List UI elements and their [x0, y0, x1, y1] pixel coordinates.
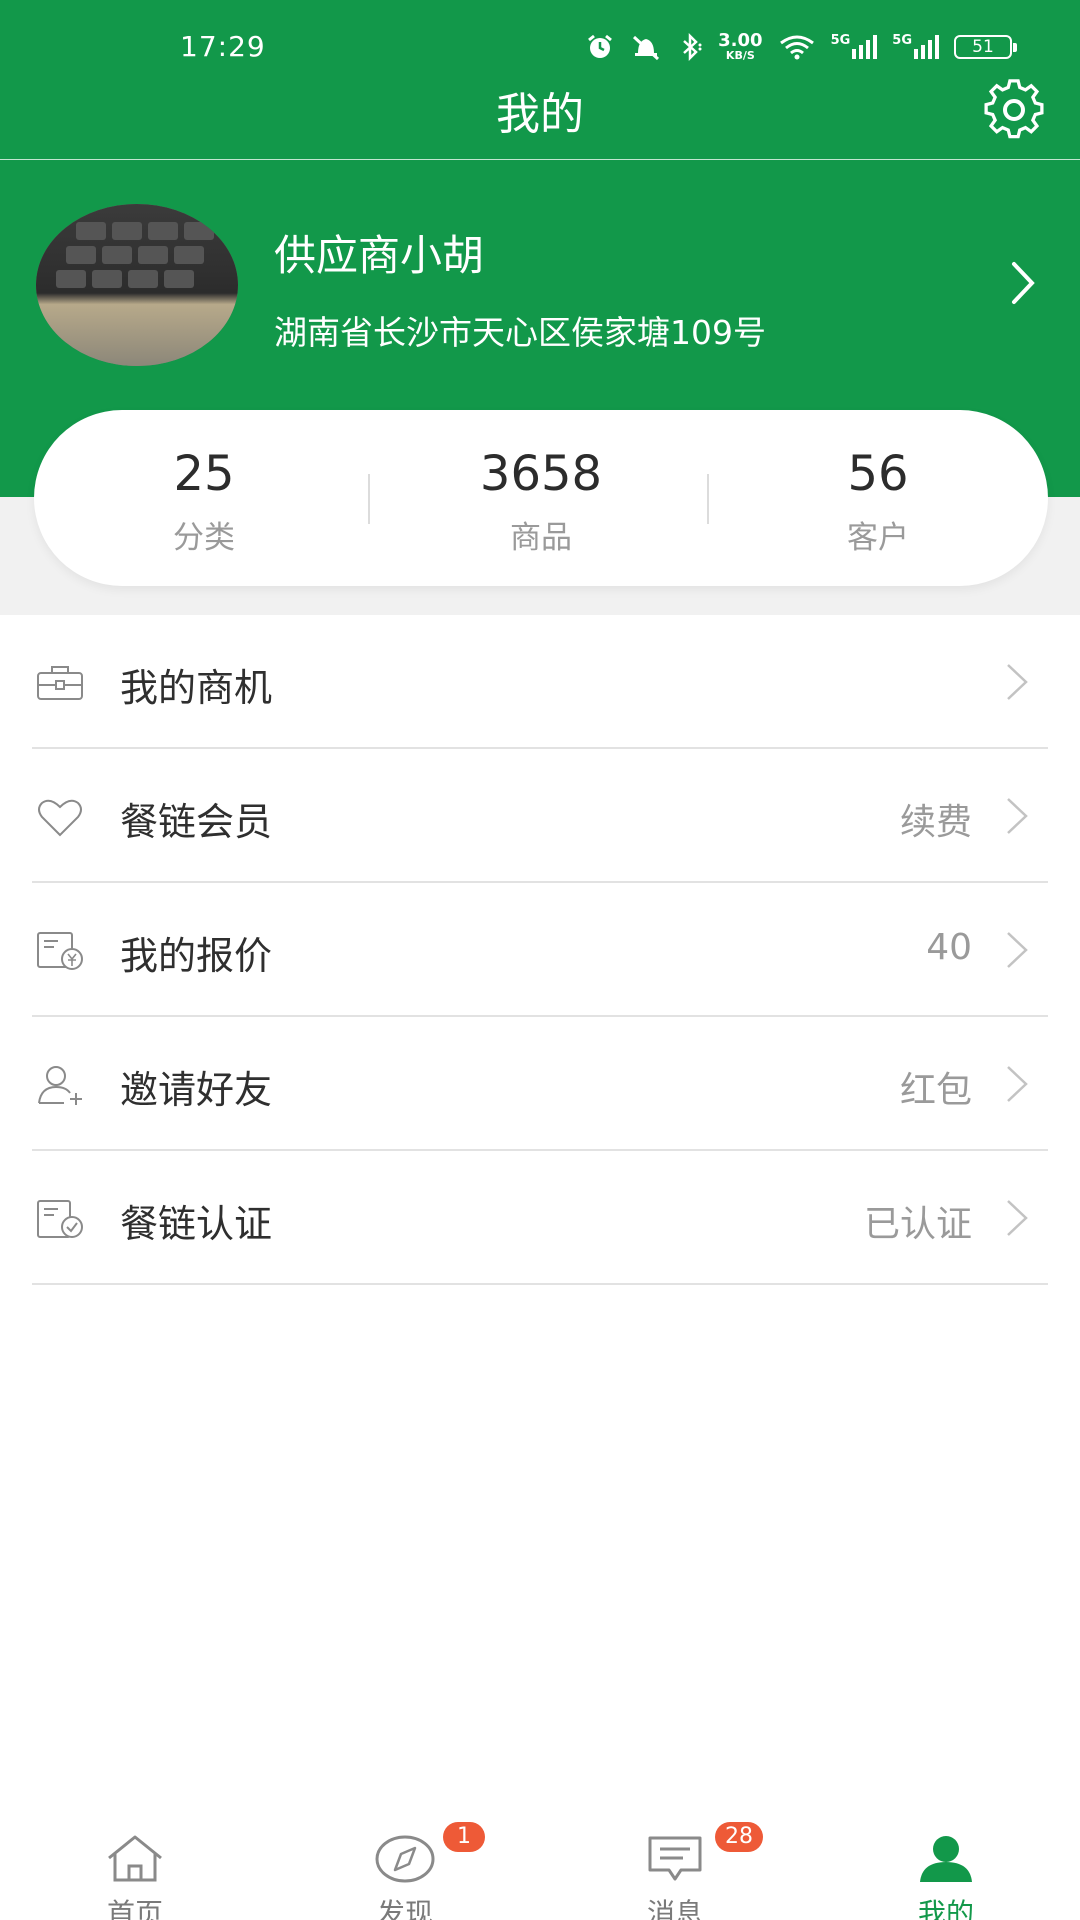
- tab-messages[interactable]: 28 消息: [595, 1820, 763, 1920]
- tab-label: 我的: [917, 1897, 974, 1920]
- page-title: 我的: [496, 89, 584, 140]
- add-user-icon: [38, 1066, 82, 1105]
- network-speed: 3.00 KB/S: [718, 30, 763, 62]
- stat-value: 3658: [479, 446, 603, 502]
- row-divider: [32, 1283, 1048, 1285]
- signal-1: 5G: [831, 34, 879, 59]
- menu-item-business[interactable]: 我的商机: [0, 615, 1080, 749]
- stat-products[interactable]: 3658 商品: [391, 446, 691, 557]
- signal-2-label: 5G: [892, 33, 912, 48]
- menu-item-membership[interactable]: 餐链会员 续费: [0, 749, 1080, 883]
- profile-address: 湖南省长沙市天心区侯家塘109号: [274, 313, 766, 352]
- tab-home[interactable]: 首页: [55, 1820, 215, 1920]
- menu-item-label: 餐链会员: [120, 800, 273, 844]
- stat-value: 56: [847, 446, 909, 502]
- menu-item-value: 40: [926, 927, 972, 968]
- tab-label: 消息: [646, 1897, 703, 1920]
- alarm-icon: [588, 34, 613, 58]
- battery-icon: 51: [954, 34, 1017, 59]
- user-icon: [920, 1836, 972, 1882]
- certificate-icon: [37, 1200, 83, 1238]
- stat-categories[interactable]: 25 分类: [54, 446, 354, 557]
- compass-icon: [375, 1835, 435, 1883]
- chevron-right-icon: [1007, 798, 1028, 834]
- stat-label: 商品: [510, 520, 572, 556]
- profile-name: 供应商小胡: [274, 231, 485, 280]
- menu-item-label: 餐链认证: [120, 1202, 273, 1246]
- heart-icon: [38, 799, 82, 837]
- chevron-right-icon: [1007, 664, 1028, 700]
- menu-item-label: 我的商机: [120, 666, 273, 710]
- status-time: 17:29: [180, 30, 266, 63]
- chevron-right-icon: [1007, 1066, 1028, 1102]
- menu-item-invite[interactable]: 邀请好友 红包: [0, 1017, 1080, 1151]
- profile-page: 17:29 3.00 KB/S 5G 5G 51 我的 供应商小胡 湖南省长沙市…: [0, 0, 1080, 1920]
- stat-label: 客户: [847, 520, 909, 556]
- stat-divider: [707, 474, 709, 524]
- menu-item-value: 已认证: [863, 1204, 972, 1245]
- menu-item-label: 邀请好友: [120, 1068, 273, 1112]
- menu-list: 我的商机 餐链会员 续费 我的报价 40 邀请好友 红包 餐链认证 已认证: [0, 615, 1080, 1285]
- menu-item-value: 续费: [899, 802, 972, 843]
- menu-item-value: 红包: [899, 1070, 972, 1111]
- gear-icon[interactable]: [976, 76, 1052, 144]
- tab-label: 首页: [106, 1897, 163, 1920]
- signal-1-label: 5G: [830, 33, 851, 48]
- notification-badge: 28: [715, 1822, 763, 1852]
- bluetooth-icon: [683, 32, 702, 61]
- menu-item-certification[interactable]: 餐链认证 已认证: [0, 1151, 1080, 1285]
- avatar-image: [36, 204, 238, 366]
- wifi-icon: [779, 35, 814, 59]
- stat-value: 25: [173, 446, 235, 502]
- tab-mine[interactable]: 我的: [866, 1820, 1026, 1920]
- menu-item-quotes[interactable]: 我的报价 40: [0, 883, 1080, 1017]
- chevron-right-icon: [1007, 932, 1028, 968]
- signal-bars-icon: [852, 35, 878, 59]
- profile-card[interactable]: 供应商小胡 湖南省长沙市天心区侯家塘109号: [0, 160, 1080, 410]
- stats-card: 25 分类 3658 商品 56 客户: [34, 410, 1048, 586]
- speed-value: 3.00: [718, 30, 763, 51]
- chevron-right-icon: [1007, 1200, 1028, 1236]
- stat-label: 分类: [173, 520, 235, 556]
- home-icon: [108, 1835, 162, 1882]
- status-icons: 3.00 KB/S 5G 5G 51: [586, 30, 1017, 62]
- tab-discover[interactable]: 1 发现: [325, 1820, 485, 1920]
- notification-badge: 1: [443, 1822, 485, 1852]
- avatar[interactable]: [36, 204, 238, 366]
- stat-customers[interactable]: 56 客户: [728, 446, 1028, 557]
- tab-label: 发现: [376, 1897, 433, 1920]
- bottom-tab-bar: 首页 1 发现 28 消息 我的: [0, 1820, 1080, 1920]
- speed-unit: KB/S: [725, 49, 755, 62]
- signal-bars-icon: [914, 35, 939, 59]
- title-bar: 我的: [0, 72, 1080, 160]
- signal-2: 5G: [892, 34, 940, 59]
- menu-item-label: 我的报价: [120, 934, 273, 978]
- chevron-right-icon[interactable]: [1008, 260, 1038, 306]
- stat-divider: [368, 474, 370, 524]
- quote-icon: [37, 932, 83, 970]
- briefcase-icon: [37, 666, 83, 700]
- message-icon: [648, 1836, 702, 1881]
- mute-bell-icon: [633, 35, 660, 60]
